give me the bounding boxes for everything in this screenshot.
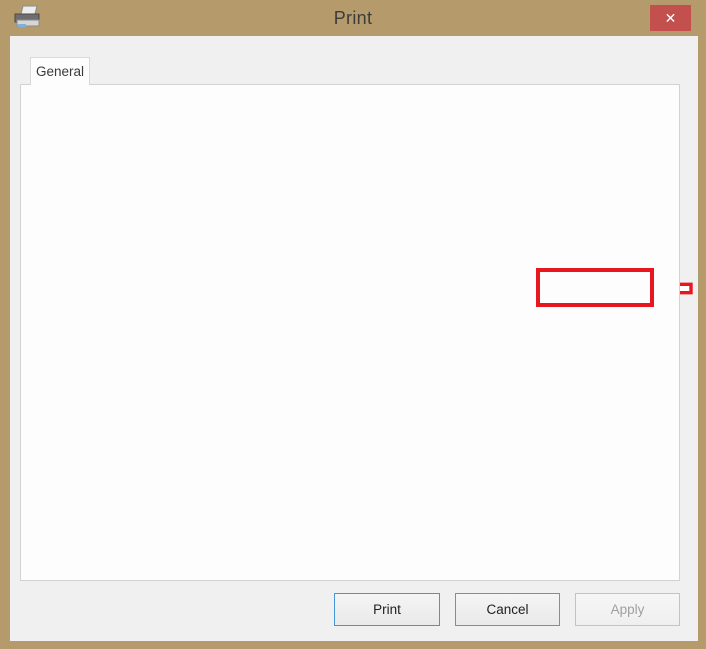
- apply-button-label: Apply: [611, 602, 645, 617]
- print-dialog: Print ✕ General Select Printer YSoft Saf…: [0, 0, 706, 649]
- window-title: Print: [0, 8, 706, 29]
- cancel-button-label: Cancel: [486, 602, 528, 617]
- print-button[interactable]: Print: [334, 593, 440, 626]
- tab-page-general: [20, 84, 680, 581]
- titlebar: Print ✕: [0, 0, 706, 36]
- apply-button[interactable]: Apply: [575, 593, 680, 626]
- print-button-label: Print: [373, 602, 401, 617]
- close-button[interactable]: ✕: [650, 5, 691, 31]
- close-icon: ✕: [665, 10, 677, 27]
- tab-general-label: General: [36, 64, 84, 79]
- tab-general[interactable]: General: [30, 57, 90, 85]
- cancel-button[interactable]: Cancel: [455, 593, 560, 626]
